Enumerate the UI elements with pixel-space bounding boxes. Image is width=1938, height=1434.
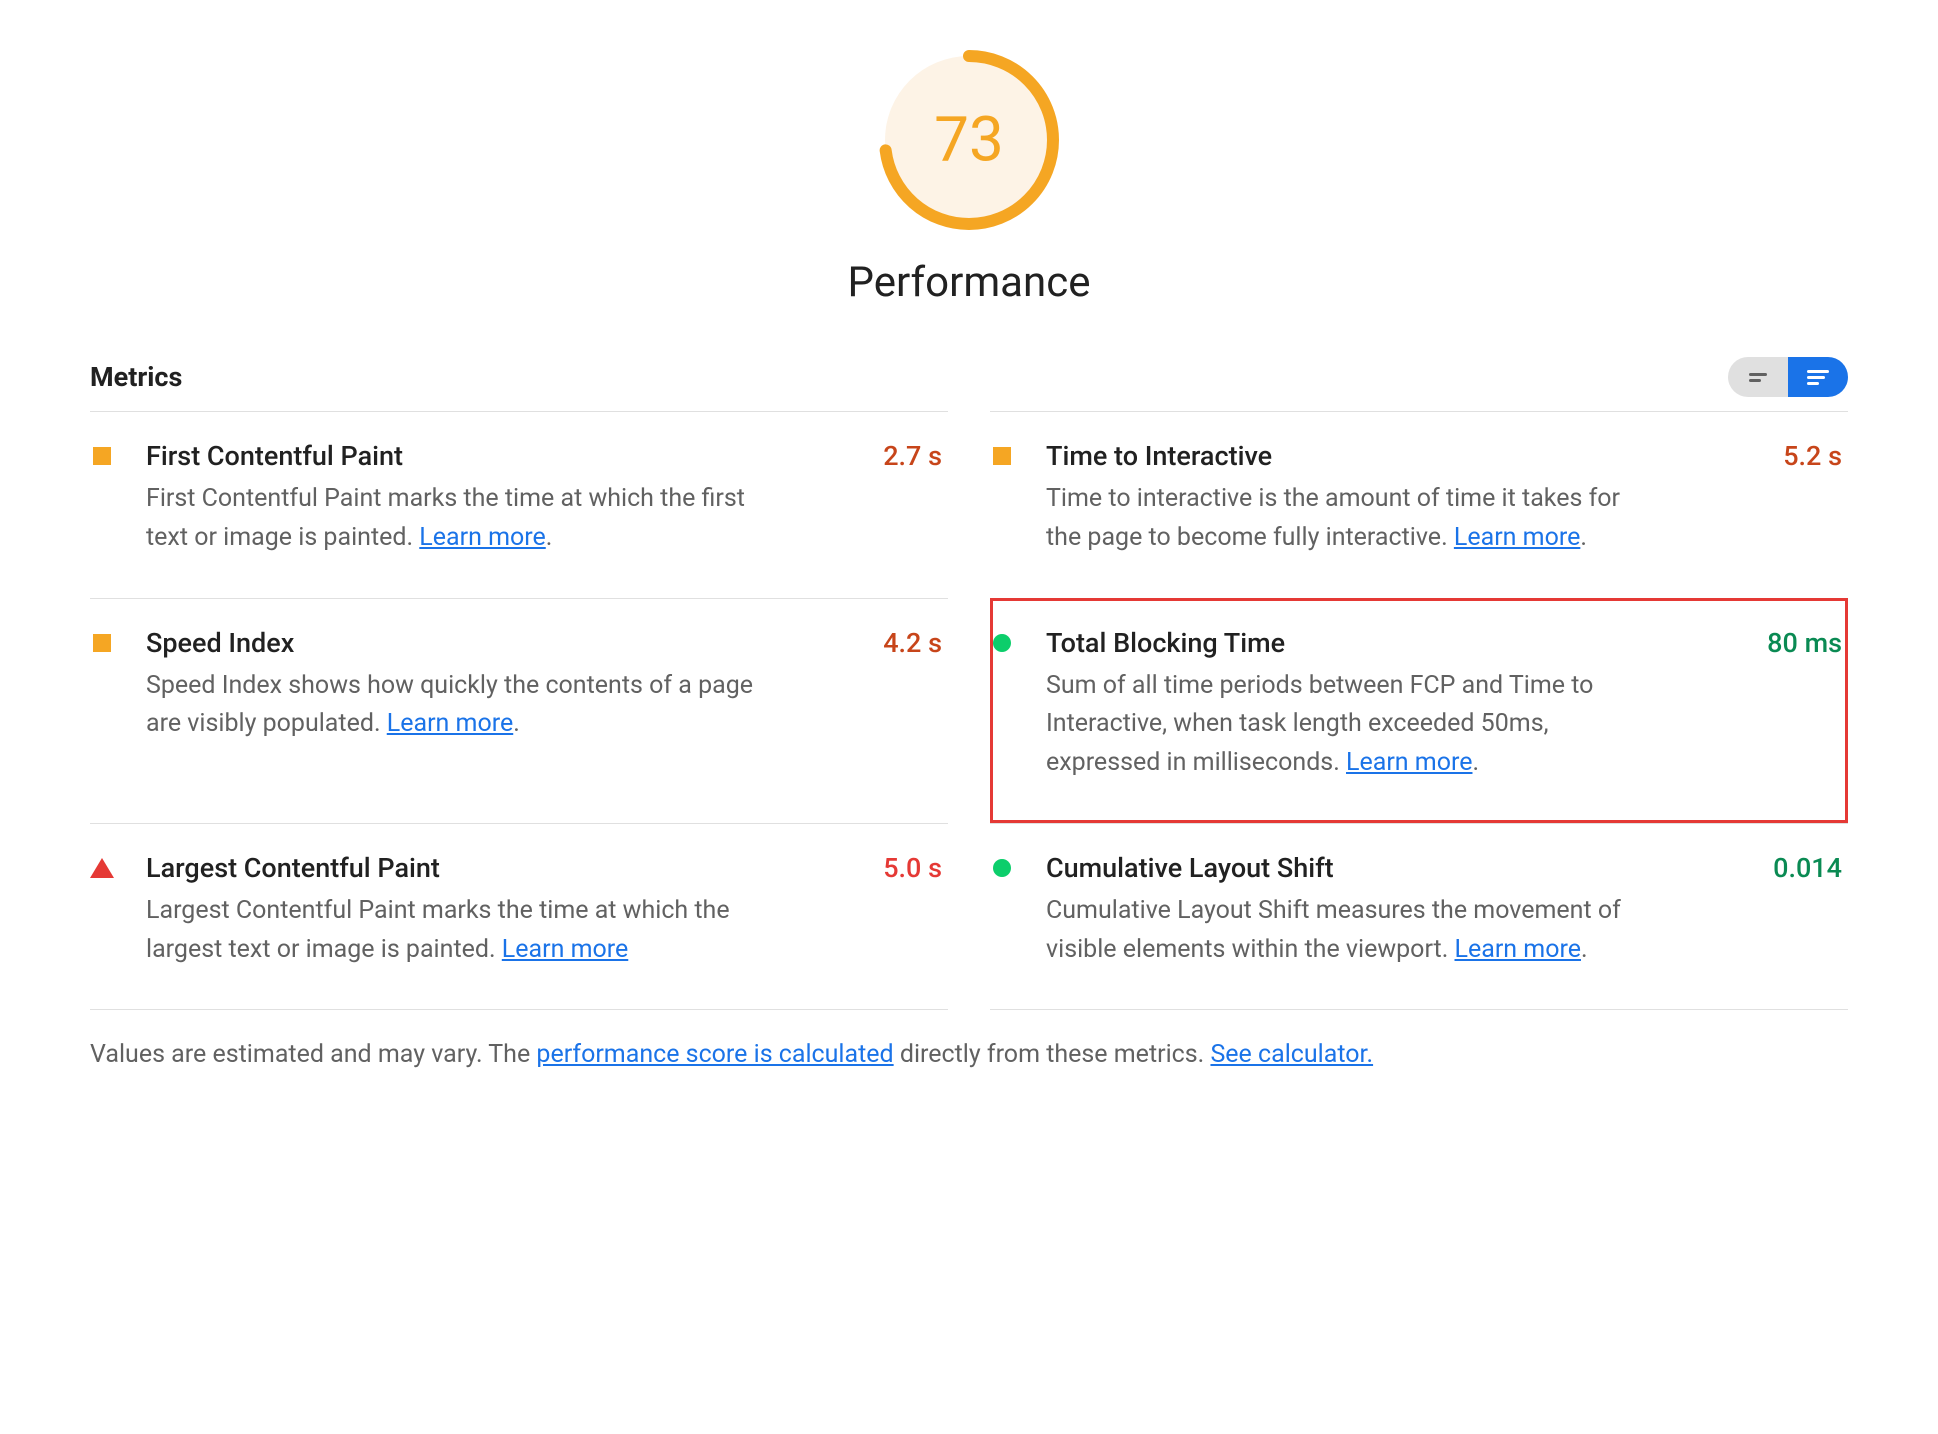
metric-value: 2.7 s: [863, 440, 942, 472]
learn-more-link[interactable]: Learn more: [387, 709, 513, 738]
performance-gauge: 73: [879, 50, 1059, 230]
learn-more-link[interactable]: Learn more: [502, 935, 628, 964]
metric-title: Cumulative Layout Shift: [1046, 852, 1749, 884]
view-toggle-expanded[interactable]: [1788, 357, 1848, 397]
square-icon: [92, 446, 112, 466]
metric-description: Speed Index shows how quickly the conten…: [146, 667, 756, 745]
metric-title: Total Blocking Time: [1046, 627, 1743, 659]
metric-value: 0.014: [1753, 852, 1842, 884]
divider: [90, 1009, 948, 1010]
metric-description: Largest Contentful Paint marks the time …: [146, 892, 756, 970]
metric-description: Sum of all time periods between FCP and …: [1046, 667, 1656, 783]
expanded-view-icon: [1807, 370, 1829, 385]
triangle-icon: [92, 858, 112, 878]
metric-value: 5.2 s: [1763, 440, 1842, 472]
metric-title: Largest Contentful Paint: [146, 852, 859, 884]
metric-title: Time to Interactive: [1046, 440, 1759, 472]
metrics-footnote: Values are estimated and may vary. The p…: [90, 1040, 1848, 1069]
metric-title: Speed Index: [146, 627, 859, 659]
metric-description: Cumulative Layout Shift measures the mov…: [1046, 892, 1656, 970]
metric-description: First Contentful Paint marks the time at…: [146, 480, 756, 558]
category-title: Performance: [848, 258, 1091, 307]
performance-score: 73: [934, 104, 1004, 177]
metric-description: Time to interactive is the amount of tim…: [1046, 480, 1656, 558]
metric-fcp: First Contentful Paint First Contentful …: [90, 411, 948, 598]
circle-icon: [992, 858, 1012, 878]
metric-title: First Contentful Paint: [146, 440, 859, 472]
view-toggle: [1728, 357, 1848, 397]
metrics-grid: First Contentful Paint First Contentful …: [90, 411, 1848, 1010]
metric-value: 80 ms: [1747, 627, 1842, 659]
metric-value: 4.2 s: [863, 627, 942, 659]
metric-cls: Cumulative Layout Shift Cumulative Layou…: [990, 823, 1848, 1010]
learn-more-link[interactable]: Learn more: [1346, 748, 1472, 777]
metrics-heading: Metrics: [90, 361, 182, 393]
metric-tbt: Total Blocking Time Sum of all time peri…: [990, 598, 1848, 823]
metrics-header: Metrics: [90, 357, 1848, 411]
metric-tti: Time to Interactive Time to interactive …: [990, 411, 1848, 598]
circle-icon: [992, 633, 1012, 653]
divider: [990, 1009, 1848, 1010]
square-icon: [92, 633, 112, 653]
metric-value: 5.0 s: [863, 852, 942, 884]
square-icon: [992, 446, 1012, 466]
learn-more-link[interactable]: Learn more: [419, 523, 545, 552]
compact-view-icon: [1749, 373, 1767, 382]
metric-lcp: Largest Contentful Paint Largest Content…: [90, 823, 948, 1010]
learn-more-link[interactable]: Learn more: [1454, 523, 1580, 552]
score-calculation-link[interactable]: performance score is calculated: [536, 1040, 893, 1069]
learn-more-link[interactable]: Learn more: [1455, 935, 1581, 964]
metric-speed-index: Speed Index Speed Index shows how quickl…: [90, 598, 948, 823]
performance-gauge-section: 73 Performance: [90, 50, 1848, 307]
see-calculator-link[interactable]: See calculator.: [1210, 1040, 1373, 1069]
view-toggle-compact[interactable]: [1728, 357, 1788, 397]
